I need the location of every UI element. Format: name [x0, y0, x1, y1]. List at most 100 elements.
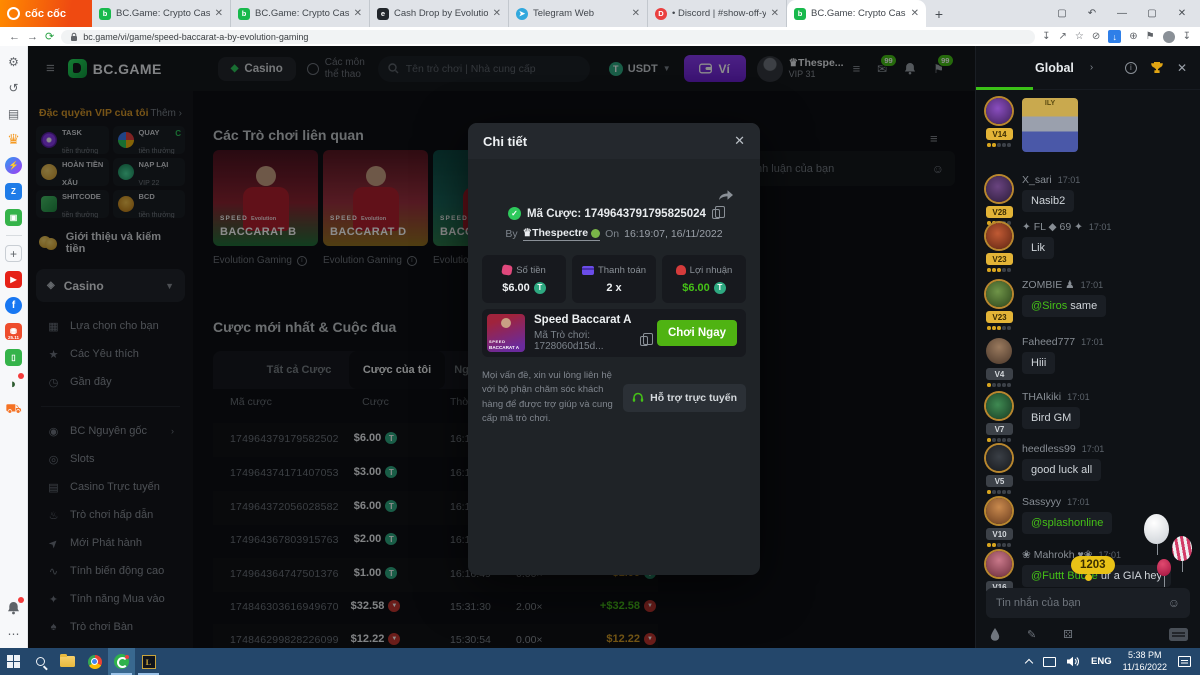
avatar[interactable]	[986, 223, 1012, 249]
chat-username[interactable]: THAIkiki	[1022, 391, 1061, 403]
language-indicator[interactable]: ENG	[1091, 656, 1112, 667]
avatar[interactable]	[986, 176, 1012, 202]
chat-username[interactable]: Faheed777	[1022, 336, 1075, 348]
coccoc-brand-button[interactable]: cốc cốc	[0, 0, 92, 27]
evolution-favicon: e	[377, 8, 389, 20]
volume-icon[interactable]	[1067, 656, 1080, 667]
avatar[interactable]	[986, 393, 1012, 419]
game-center-icon[interactable]: ▣	[5, 209, 22, 226]
copy-icon[interactable]	[640, 336, 648, 346]
slash-command-icon[interactable]: ✎	[1027, 628, 1036, 641]
bcgame-favicon: b	[794, 8, 806, 20]
downloads-tray-icon[interactable]: ↧	[1183, 31, 1191, 42]
save-page-icon[interactable]: ↧	[1042, 31, 1050, 42]
media-flag-icon[interactable]: ⚑	[1146, 31, 1155, 42]
settings-gear-icon[interactable]: ⚙	[5, 53, 22, 70]
coccoc-taskbar-icon[interactable]	[108, 648, 135, 675]
chat-rules-info-icon[interactable]: i	[1125, 62, 1137, 74]
chat-message-input[interactable]: Tin nhắn của bạn ☺	[986, 588, 1190, 618]
taskbar-clock[interactable]: 5:38 PM11/16/2022	[1123, 650, 1167, 673]
taskbar-search-icon[interactable]	[27, 648, 54, 675]
chat-username[interactable]: ✦ FL ◆ 69 ✦	[1022, 221, 1083, 233]
avatar[interactable]	[986, 338, 1012, 364]
close-chat-icon[interactable]: ✕	[1177, 61, 1187, 75]
facebook-icon[interactable]: f	[5, 297, 22, 314]
youtube-icon[interactable]: ▶	[5, 271, 22, 288]
add-shortcut-icon[interactable]: +	[5, 245, 22, 262]
chevron-right-icon[interactable]: ›	[1090, 62, 1093, 73]
forward-icon[interactable]: →	[27, 31, 38, 43]
browser-brand-label: cốc cốc	[25, 8, 66, 20]
chat-username[interactable]: X_sari	[1022, 174, 1052, 186]
browser-tab-active[interactable]: bBC.Game: Crypto Casino Gam✕	[787, 0, 926, 27]
close-window-button[interactable]: ✕	[1168, 8, 1196, 19]
download-manager-icon[interactable]: ↓	[1108, 30, 1121, 43]
dice-bet-icon[interactable]: ⚄	[1063, 628, 1073, 641]
copy-icon[interactable]	[712, 209, 720, 219]
reload-icon[interactable]: ⟳	[45, 30, 54, 43]
close-tab-icon[interactable]: ✕	[911, 8, 919, 19]
app-icon-green[interactable]: ▯	[5, 349, 22, 366]
close-tab-icon[interactable]: ✕	[354, 8, 362, 19]
chat-username[interactable]: Sassyyy	[1022, 496, 1061, 508]
league-of-legends-icon[interactable]: L	[135, 648, 162, 675]
avatar[interactable]	[986, 498, 1012, 524]
network-icon[interactable]	[1043, 657, 1056, 667]
new-tab-button[interactable]: +	[926, 0, 952, 27]
chat-channel-label[interactable]: Global	[1035, 61, 1074, 75]
lock-icon	[70, 32, 78, 42]
notification-bell-icon[interactable]	[5, 599, 22, 616]
close-tab-icon[interactable]: ✕	[771, 8, 779, 19]
crown-rewards-icon[interactable]: ♛	[5, 131, 22, 148]
avatar[interactable]	[986, 551, 1012, 577]
emoji-smiley-icon[interactable]: ☺	[1168, 596, 1180, 610]
close-tab-icon[interactable]: ✕	[632, 8, 640, 19]
history-icon[interactable]: ↺	[5, 79, 22, 96]
bookmark-star-icon[interactable]: ☆	[1075, 31, 1084, 42]
chrome-icon[interactable]	[81, 648, 108, 675]
address-bar[interactable]: bc.game/vi/game/speed-baccarat-a-by-evol…	[61, 30, 1035, 44]
close-tab-icon[interactable]: ✕	[215, 8, 223, 19]
maximize-button[interactable]: ▢	[1138, 8, 1166, 19]
chat-username[interactable]: ZOMBIE ♟	[1022, 279, 1075, 291]
avatar[interactable]	[986, 281, 1012, 307]
close-icon[interactable]: ✕	[734, 133, 745, 149]
live-support-button[interactable]: Hỗ trợ trực tuyến	[623, 384, 746, 412]
newsfeed-icon[interactable]: ▤	[5, 105, 22, 122]
avatar[interactable]	[986, 445, 1012, 471]
action-center-icon[interactable]	[1178, 656, 1191, 667]
cart-app-icon[interactable]: ⛟	[5, 401, 22, 418]
tab-search-icon[interactable]: ▢	[1048, 8, 1076, 19]
adblock-shield-icon[interactable]: ⊘	[1092, 31, 1100, 42]
messenger-icon[interactable]: ⚡	[5, 157, 22, 174]
file-explorer-icon[interactable]	[54, 648, 81, 675]
browser-tab-4[interactable]: ➤Telegram Web✕	[509, 0, 648, 27]
tray-expand-icon[interactable]	[1025, 659, 1033, 667]
chat-username[interactable]: heedless99	[1022, 443, 1076, 455]
game-thumbnail[interactable]: SPEEDBACCARAT A	[487, 314, 525, 352]
shopee-sale-icon[interactable]: 25.11⛃	[5, 323, 22, 340]
browser-tab-1[interactable]: bBC.Game: Crypto Casino Gam✕	[92, 0, 231, 27]
more-options-icon[interactable]: ⋯	[5, 625, 22, 642]
share-icon[interactable]	[718, 189, 734, 202]
tab-restore-icon[interactable]: ↶	[1078, 8, 1106, 19]
zalo-icon[interactable]: Z	[5, 183, 22, 200]
avatar[interactable]	[986, 98, 1012, 124]
extensions-icon[interactable]: ⊕	[1129, 31, 1137, 42]
close-tab-icon[interactable]: ✕	[493, 8, 501, 19]
play-now-button[interactable]: Chơi Ngay	[657, 320, 737, 346]
browser-tab-5[interactable]: D• Discord | #show-off-you✕	[648, 0, 787, 27]
gif-keyboard-icon[interactable]	[1169, 628, 1188, 641]
trophy-icon[interactable]	[1150, 61, 1164, 74]
coin-rain-icon[interactable]	[990, 628, 1000, 641]
hat-app-icon[interactable]: ◗	[5, 375, 22, 392]
share-page-icon[interactable]: ↗	[1059, 31, 1067, 42]
back-icon[interactable]: ←	[9, 31, 20, 43]
bet-author-link[interactable]: ♛Thespectre	[523, 227, 600, 241]
browser-tab-3[interactable]: eCash Drop by Evolution! Wor✕	[370, 0, 509, 27]
coin-rain-badge[interactable]: 1203	[1071, 556, 1115, 574]
browser-profile-avatar[interactable]	[1163, 31, 1175, 43]
start-button[interactable]	[0, 648, 27, 675]
browser-tab-2[interactable]: bBC.Game: Crypto Casino Gam✕	[231, 0, 370, 27]
minimize-button[interactable]: —	[1108, 8, 1136, 19]
